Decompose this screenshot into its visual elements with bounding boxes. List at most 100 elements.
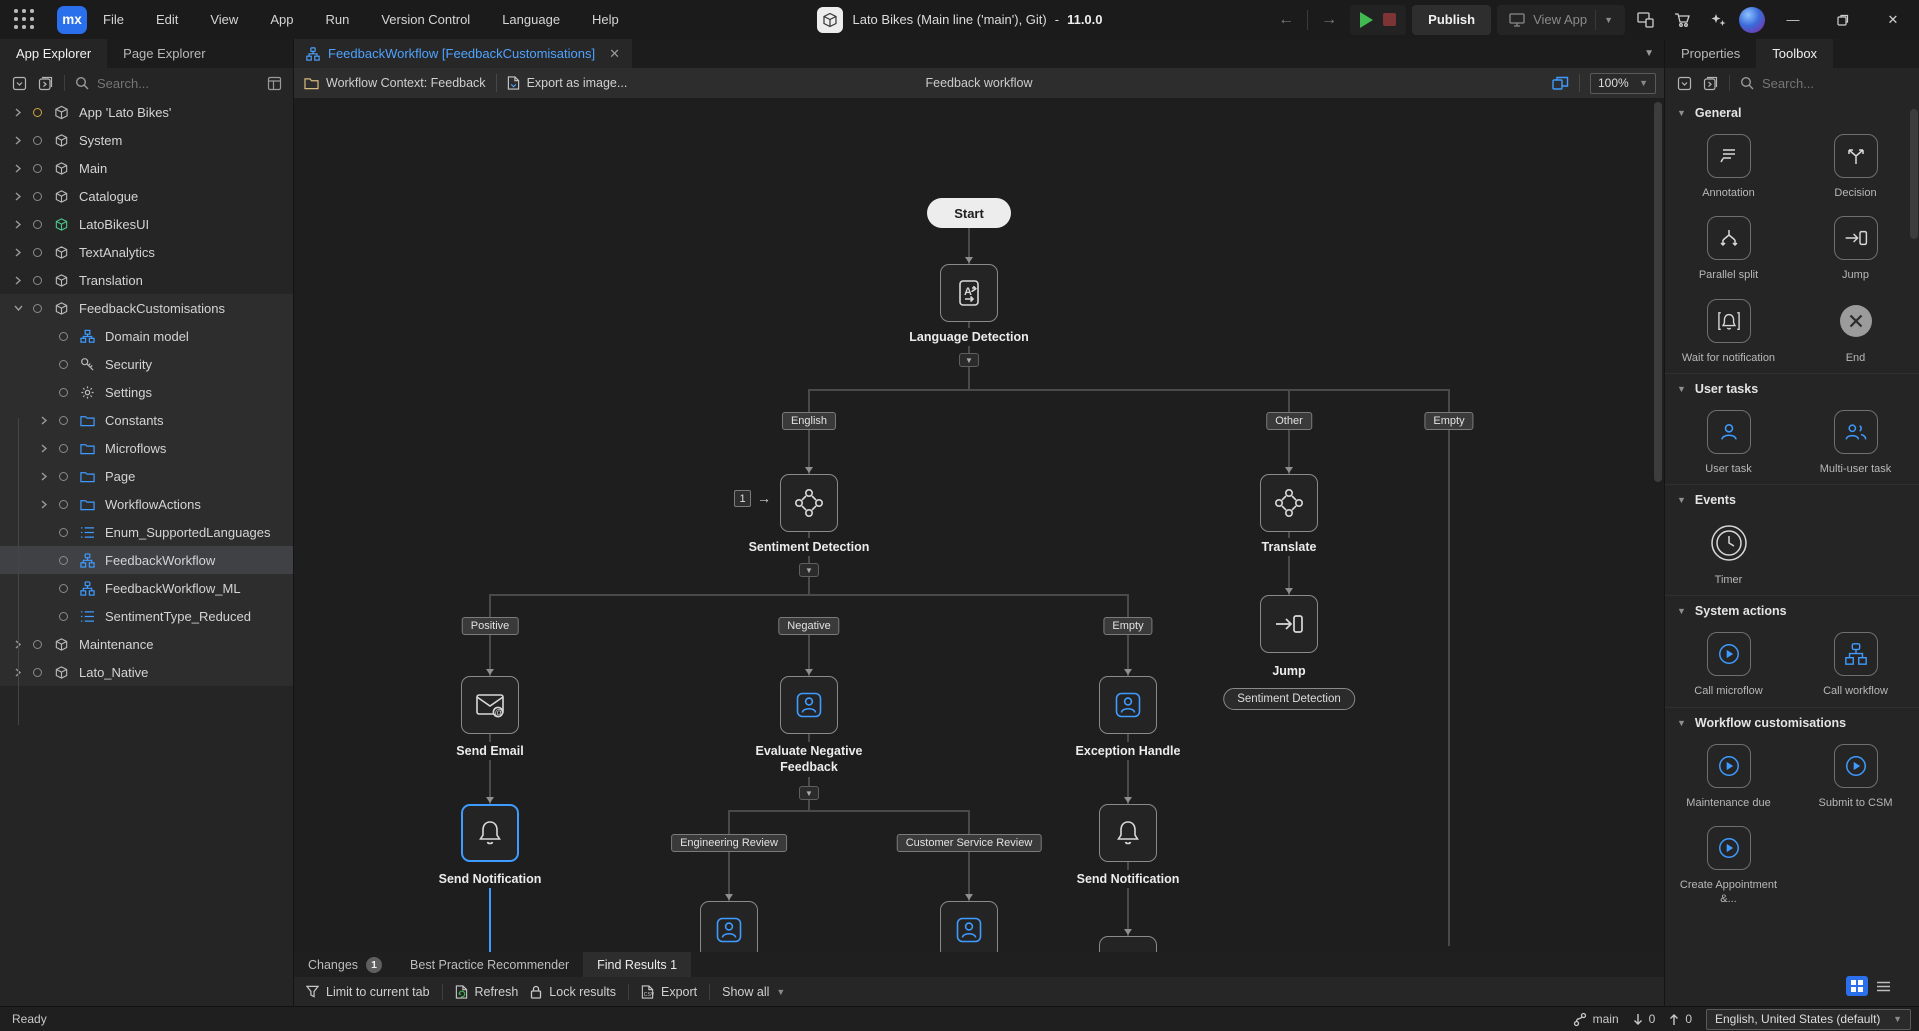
tree-item-translation[interactable]: Translation	[0, 266, 293, 294]
tab-properties[interactable]: Properties	[1665, 39, 1756, 68]
incoming-jump-count-badge[interactable]: 1	[734, 490, 751, 507]
chevron-right-icon[interactable]	[10, 104, 26, 120]
collapse-branches-icon[interactable]: ▼	[799, 563, 819, 577]
window-close-icon[interactable]: ✕	[1871, 0, 1915, 39]
branch-label-empty[interactable]: Empty	[1424, 412, 1473, 430]
tree-item-page[interactable]: Page	[0, 462, 293, 490]
customer-service-review-task-node[interactable]	[940, 901, 998, 952]
chevron-right-icon[interactable]	[10, 244, 26, 260]
user-avatar[interactable]	[1739, 7, 1765, 33]
toolbox-item-jump[interactable]: Jump	[1792, 204, 1919, 286]
translate-node[interactable]	[1260, 474, 1318, 532]
section-header[interactable]: ▼ Events	[1665, 485, 1919, 509]
run-app-icon[interactable]	[1360, 12, 1373, 28]
toolbox-item-call-workflow[interactable]: Call workflow	[1792, 620, 1919, 702]
tree-item-feedbackworkflow[interactable]: FeedbackWorkflow	[0, 546, 293, 574]
tab-page-explorer[interactable]: Page Explorer	[107, 39, 221, 68]
section-header[interactable]: ▼ General	[1665, 98, 1919, 122]
menu-edit[interactable]: Edit	[140, 0, 194, 39]
menu-app[interactable]: App	[254, 0, 309, 39]
exception-handle-node[interactable]	[1099, 676, 1157, 734]
toolbox-item-create-appointment[interactable]: Create Appointment &...	[1665, 814, 1792, 911]
tab-feedbackworkflow[interactable]: FeedbackWorkflow [FeedbackCustomisations…	[294, 39, 632, 68]
language-selector-dropdown[interactable]: English, United States (default) ▼	[1706, 1009, 1911, 1030]
close-tab-icon[interactable]: ✕	[609, 46, 620, 62]
collapse-branches-icon[interactable]: ▼	[959, 353, 979, 367]
send-notification-node-selected[interactable]	[461, 804, 519, 862]
tree-item-enum-supportedlanguages[interactable]: Enum_SupportedLanguages	[0, 518, 293, 546]
tree-item-textanalytics[interactable]: TextAnalytics	[0, 238, 293, 266]
tab-list-dropdown-icon[interactable]: ▼	[1644, 39, 1654, 68]
tab-best-practice-recommender[interactable]: Best Practice Recommender	[396, 952, 583, 977]
tree-item-main[interactable]: Main	[0, 154, 293, 182]
toolbox-item-end[interactable]: End	[1792, 287, 1919, 369]
menu-file[interactable]: File	[87, 0, 140, 39]
window-minimize-icon[interactable]: —	[1771, 0, 1815, 39]
tab-find-results[interactable]: Find Results 1	[583, 952, 691, 977]
collapse-all-icon[interactable]	[1675, 74, 1693, 92]
workflow-context-button[interactable]: Workflow Context: Feedback	[304, 76, 486, 90]
toolbox-item-timer[interactable]: Timer	[1665, 509, 1792, 591]
publish-button[interactable]: Publish	[1412, 5, 1491, 35]
sentiment-detection-node[interactable]	[780, 474, 838, 532]
view-app-dropdown-icon[interactable]: ▼	[1604, 15, 1613, 25]
list-view-toggle[interactable]	[1872, 976, 1894, 996]
tree-item-maintenance[interactable]: Maintenance	[0, 630, 293, 658]
workflow-canvas[interactable]: Start A Language Detection ▼ English Oth…	[294, 98, 1664, 952]
toolbox-item-submit-to-csm[interactable]: Submit to CSM	[1792, 732, 1919, 814]
chevron-right-icon[interactable]	[36, 468, 52, 484]
branch-label-positive[interactable]: Positive	[462, 617, 519, 635]
toolbox-item-call-microflow[interactable]: Call microflow	[1665, 620, 1792, 702]
tree-item-latobikesui[interactable]: LatoBikesUI	[0, 210, 293, 238]
window-restore-icon[interactable]	[1821, 0, 1865, 39]
tab-toolbox[interactable]: Toolbox	[1756, 39, 1833, 68]
branch-label-engineering-review[interactable]: Engineering Review	[671, 834, 787, 852]
menu-language[interactable]: Language	[486, 0, 576, 39]
menu-help[interactable]: Help	[576, 0, 635, 39]
menu-version-control[interactable]: Version Control	[365, 0, 486, 39]
chevron-down-icon[interactable]	[10, 300, 26, 316]
chevron-right-icon[interactable]	[36, 440, 52, 456]
limit-to-current-tab-button[interactable]: Limit to current tab	[306, 985, 430, 999]
view-app-button[interactable]: View App ▼	[1497, 5, 1625, 35]
evaluate-negative-feedback-node[interactable]	[780, 676, 838, 734]
export-results-button[interactable]: CSV Export	[641, 985, 697, 999]
expand-all-icon[interactable]	[1701, 74, 1719, 92]
send-notification-node[interactable]	[1099, 804, 1157, 862]
tree-item-settings[interactable]: Settings	[0, 378, 293, 406]
tree-item-feedbackcustomisations[interactable]: FeedbackCustomisations	[0, 294, 293, 322]
explorer-search-input[interactable]	[97, 76, 217, 91]
fit-to-window-icon[interactable]	[1552, 76, 1569, 91]
branch-label-customer-service-review[interactable]: Customer Service Review	[897, 834, 1042, 852]
language-detection-node[interactable]: A	[940, 264, 998, 322]
stop-app-icon[interactable]	[1383, 13, 1396, 26]
canvas-vertical-scrollbar[interactable]	[1654, 102, 1662, 482]
branch-label-negative[interactable]: Negative	[778, 617, 839, 635]
refresh-button[interactable]: Refresh	[455, 985, 519, 999]
toolbox-item-wait-for-notification[interactable]: Wait for notification	[1665, 287, 1792, 369]
zoom-level-dropdown[interactable]: 100% ▼	[1590, 73, 1656, 94]
toolbox-item-parallel-split[interactable]: Parallel split	[1665, 204, 1792, 286]
branch-label-empty-mid[interactable]: Empty	[1103, 617, 1152, 635]
explorer-layout-icon[interactable]	[265, 74, 283, 92]
tree-item-system[interactable]: System	[0, 126, 293, 154]
tree-item-workflowactions[interactable]: WorkflowActions	[0, 490, 293, 518]
jump-node[interactable]	[1260, 595, 1318, 653]
tree-item-security[interactable]: Security	[0, 350, 293, 378]
sync-devices-icon[interactable]	[1631, 5, 1661, 35]
branch-label-other[interactable]: Other	[1266, 412, 1312, 430]
toolbox-search-input[interactable]	[1762, 76, 1882, 91]
chevron-right-icon[interactable]	[10, 160, 26, 176]
locate-document-icon[interactable]	[36, 74, 54, 92]
show-all-dropdown[interactable]: Show all ▼	[722, 985, 785, 999]
toolbox-item-annotation[interactable]: Annotation	[1665, 122, 1792, 204]
send-email-node[interactable]: @	[461, 676, 519, 734]
tab-app-explorer[interactable]: App Explorer	[0, 39, 107, 68]
tree-item-lato-native[interactable]: Lato_Native	[0, 658, 293, 686]
jump-target-pill[interactable]: Sentiment Detection	[1223, 688, 1355, 710]
collapse-branches-icon[interactable]: ▼	[799, 786, 819, 800]
menu-run[interactable]: Run	[309, 0, 365, 39]
git-branch-indicator[interactable]: main	[1573, 1012, 1619, 1027]
chevron-right-icon[interactable]	[36, 412, 52, 428]
navigate-forward-icon[interactable]: →	[1314, 5, 1344, 35]
